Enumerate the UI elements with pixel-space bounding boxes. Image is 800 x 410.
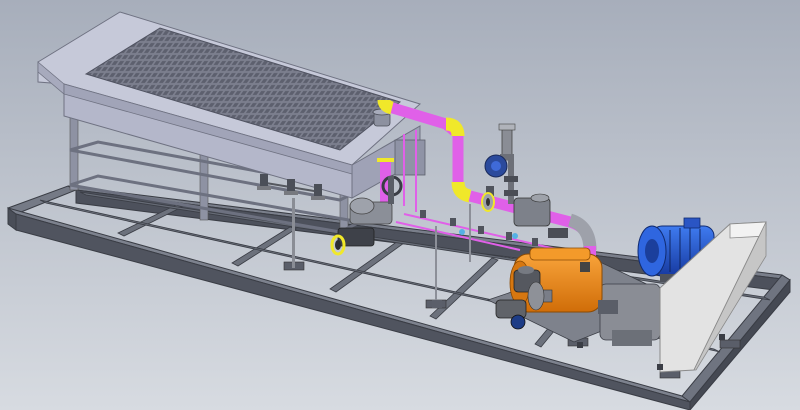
gauge-rod [292,198,295,268]
valve-actuator[interactable] [349,197,375,215]
tank-side-panel [394,139,426,176]
motor-terminal-box [683,217,701,229]
skid-foot [719,339,741,349]
assembly-model[interactable] [0,0,800,410]
instrument-support [432,300,442,308]
cad-viewport[interactable] [0,0,800,410]
valve-icon[interactable] [510,314,526,330]
pipe-elbow [377,99,394,115]
